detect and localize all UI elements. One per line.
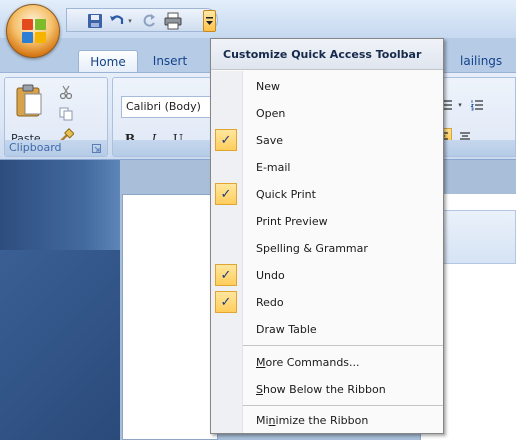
clipboard-label: Clipboard	[9, 141, 62, 154]
tab-mailings-partial[interactable]: lailings	[446, 50, 516, 72]
office-button[interactable]	[6, 4, 60, 58]
menu-item-redo[interactable]: ✓ Redo	[211, 289, 443, 316]
menu-item-print-preview[interactable]: Print Preview	[211, 208, 443, 235]
copy-icon	[59, 107, 73, 121]
bullets-dropdown[interactable]: ▾	[456, 96, 464, 114]
redo-button[interactable]	[139, 11, 159, 31]
label-rest: how Below the Ribbon	[262, 383, 386, 396]
menu-item-label: Spelling & Grammar	[256, 242, 368, 255]
menu-item-label: Save	[256, 134, 284, 147]
menu-item-label: Open	[256, 107, 286, 120]
menu-header: Customize Quick Access Toolbar	[211, 39, 443, 70]
mnemonic: S	[256, 383, 263, 396]
menu-item-label: E-mail	[256, 161, 291, 174]
menu-item-minimize-ribbon[interactable]: Minimize the Ribbon	[211, 407, 443, 434]
menu-item-label: Undo	[256, 269, 285, 282]
paste-icon[interactable]	[15, 84, 43, 118]
undo-button[interactable]	[107, 11, 127, 31]
menu-item-draw-table[interactable]: Draw Table	[211, 316, 443, 343]
menu-item-label: Quick Print	[256, 188, 316, 201]
quick-access-toolbar: ▾	[66, 8, 218, 32]
label-rest: ore Commands...	[265, 356, 360, 369]
document-page[interactable]	[122, 194, 218, 440]
customize-qat-button[interactable]	[203, 10, 216, 32]
background-panel-lower	[0, 250, 120, 440]
tab-insert[interactable]: Insert	[144, 50, 196, 72]
customize-dropdown-icon	[206, 17, 213, 25]
cut-button[interactable]	[57, 84, 75, 100]
menu-separator	[243, 345, 443, 346]
menu-item-label: Redo	[256, 296, 284, 309]
menu-item-show-below-ribbon[interactable]: Show Below the Ribbon	[211, 376, 443, 403]
save-icon	[88, 14, 102, 28]
menu-item-spelling-grammar[interactable]: Spelling & Grammar	[211, 235, 443, 262]
menu-item-email[interactable]: E-mail	[211, 154, 443, 181]
clipboard-group-label: Clipboard	[5, 140, 107, 156]
mnemonic: n	[268, 414, 276, 427]
menu-item-undo[interactable]: ✓ Undo	[211, 262, 443, 289]
font-name-box[interactable]: Calibri (Body)	[121, 96, 221, 118]
quick-print-icon	[164, 12, 182, 30]
undo-dropdown[interactable]: ▾	[125, 11, 135, 31]
tab-home[interactable]: Home	[78, 50, 138, 72]
font-group: Calibri (Body) B I U	[112, 77, 223, 157]
menu-item-label: New	[256, 80, 280, 93]
mnemonic: M	[256, 356, 266, 369]
menu-separator	[243, 405, 443, 406]
menu-item-label: Show Below the Ribbon	[256, 376, 386, 403]
menu-item-label: Print Preview	[256, 215, 328, 228]
numbering-icon	[470, 100, 483, 111]
label-rest: imize the Ribbon	[275, 414, 369, 427]
clipboard-group: Paste ▼ Clipboard	[4, 77, 108, 157]
menu-item-label: More Commands...	[256, 349, 360, 376]
menu-item-more-commands[interactable]: More Commands...	[211, 349, 443, 376]
menu-item-save[interactable]: ✓ Save	[211, 127, 443, 154]
numbering-button[interactable]	[468, 96, 486, 114]
checkmark-icon: ✓	[215, 264, 237, 286]
menu-item-label: Minimize the Ribbon	[256, 407, 368, 434]
checkmark-icon: ✓	[215, 129, 237, 151]
quick-print-button[interactable]	[163, 11, 183, 31]
save-button[interactable]	[85, 11, 105, 31]
checkmark-icon: ✓	[215, 291, 237, 313]
office-button-icon	[22, 19, 46, 43]
menu-item-new[interactable]: New	[211, 73, 443, 100]
label-pre: Mi	[256, 414, 269, 427]
menu-item-label: Draw Table	[256, 323, 317, 336]
dialog-launcher-icon[interactable]	[92, 144, 101, 153]
font-group-label	[113, 140, 223, 156]
customize-qat-menu: Customize Quick Access Toolbar New Open …	[210, 38, 444, 434]
checkmark-icon: ✓	[215, 183, 237, 205]
menu-item-quick-print[interactable]: ✓ Quick Print	[211, 181, 443, 208]
menu-item-open[interactable]: Open	[211, 100, 443, 127]
undo-icon	[110, 15, 124, 24]
redo-icon	[143, 14, 155, 27]
copy-button[interactable]	[57, 106, 75, 122]
cut-icon	[59, 85, 73, 99]
